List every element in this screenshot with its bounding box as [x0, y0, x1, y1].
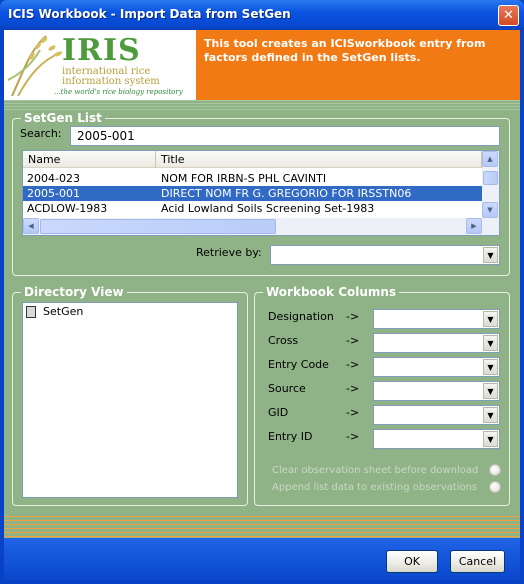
arrow-label: -> — [346, 430, 360, 443]
iris-logo: IRIS international rice information syst… — [4, 30, 196, 100]
row-name: ACDLOW-1983 — [27, 202, 108, 215]
scroll-left-icon[interactable]: ◀ — [23, 218, 39, 234]
arrow-label: -> — [346, 310, 360, 323]
folder-icon — [26, 306, 36, 318]
dialog-client: IRIS international rice information syst… — [4, 30, 520, 580]
arrow-label: -> — [346, 358, 360, 371]
banner-description-area: This tool creates an ICISworkbook entry … — [196, 30, 520, 100]
field-label-gid: GID — [268, 406, 289, 419]
field-label-entry-id: Entry ID — [268, 430, 313, 443]
setgen-list[interactable]: Name Title 2004-023 NOM FOR IRBN-S PHL C… — [22, 150, 500, 236]
retrieve-by-select[interactable]: ▼ — [270, 245, 500, 265]
search-input[interactable]: 2005-001 — [70, 126, 500, 146]
scroll-thumb[interactable] — [483, 171, 498, 185]
clear-sheet-option-label: Clear observation sheet before download — [272, 465, 479, 476]
entry-id-select[interactable]: ▼ — [373, 429, 500, 449]
retrieve-label: Retrieve by: — [196, 246, 262, 259]
row-title: DIRECT NOM FR G. GREGORIO FOR IRSSTN06 — [161, 187, 412, 200]
row-name: 2004-023 — [27, 172, 80, 185]
clear-sheet-radio[interactable] — [489, 464, 501, 476]
chevron-down-icon[interactable]: ▼ — [483, 335, 498, 351]
field-label-cross: Cross — [268, 334, 299, 347]
row-title: Acid Lowland Soils Screening Set-1983 — [161, 202, 375, 215]
scroll-up-icon[interactable]: ▲ — [482, 151, 498, 167]
chevron-down-icon[interactable]: ▼ — [483, 431, 498, 447]
directory-tree[interactable]: SetGen — [22, 302, 238, 498]
column-header-name[interactable]: Name — [23, 151, 156, 168]
source-select[interactable]: ▼ — [373, 381, 500, 401]
scroll-right-icon[interactable]: ▶ — [466, 218, 482, 234]
list-item[interactable]: ACDLOW-1983 Acid Lowland Soils Screening… — [23, 201, 482, 216]
horizontal-scrollbar[interactable]: ◀ ▶ — [23, 218, 499, 235]
list-header: Name Title — [23, 151, 499, 168]
arrow-label: -> — [346, 406, 360, 419]
chevron-down-icon[interactable]: ▼ — [483, 359, 498, 375]
ok-button[interactable]: OK — [386, 550, 438, 573]
arrow-label: -> — [346, 382, 360, 395]
setgen-group-title: SetGen List — [21, 111, 105, 125]
title-bar[interactable]: ICIS Workbook - Import Data from SetGen … — [0, 0, 524, 30]
scroll-down-icon[interactable]: ▼ — [482, 202, 498, 218]
window-title: ICIS Workbook - Import Data from SetGen — [8, 7, 291, 21]
search-label: Search: — [20, 127, 62, 140]
cross-select[interactable]: ▼ — [373, 333, 500, 353]
tree-item-label: SetGen — [43, 305, 84, 318]
hscroll-thumb[interactable] — [40, 219, 276, 234]
column-header-title[interactable]: Title — [156, 151, 482, 168]
entry-code-select[interactable]: ▼ — [373, 357, 500, 377]
close-icon[interactable]: ✕ — [498, 5, 519, 26]
append-option-label: Append list data to existing observation… — [272, 482, 478, 493]
vertical-scrollbar[interactable]: ▲ ▼ — [482, 151, 499, 219]
chevron-down-icon[interactable]: ▼ — [483, 407, 498, 423]
field-label-entry-code: Entry Code — [268, 358, 329, 371]
chevron-down-icon[interactable]: ▼ — [483, 383, 498, 399]
row-title: NOM FOR IRBN-S PHL CAVINTI — [161, 172, 327, 185]
chevron-down-icon[interactable]: ▼ — [483, 247, 498, 263]
row-name: 2005-001 — [27, 187, 80, 200]
dialog-window: ICIS Workbook - Import Data from SetGen … — [0, 0, 524, 584]
logo-tagline: ...the world's rice biology repository — [54, 88, 183, 96]
logo-word: IRIS — [62, 33, 141, 68]
button-bar: OK Cancel — [4, 538, 520, 580]
field-label-source: Source — [268, 382, 306, 395]
decorative-stripes — [4, 100, 520, 110]
append-radio[interactable] — [489, 481, 501, 493]
decorative-stripes-bottom — [4, 516, 520, 538]
designation-select[interactable]: ▼ — [373, 309, 500, 329]
gid-select[interactable]: ▼ — [373, 405, 500, 425]
arrow-label: -> — [346, 334, 360, 347]
list-item[interactable]: 2004-023 NOM FOR IRBN-S PHL CAVINTI — [23, 171, 482, 186]
banner-description: This tool creates an ICISworkbook entry … — [204, 37, 486, 64]
logo-line2: information system — [62, 76, 160, 87]
chevron-down-icon[interactable]: ▼ — [483, 311, 498, 327]
workbook-group-title: Workbook Columns — [263, 285, 400, 299]
directory-group-title: Directory View — [21, 285, 127, 299]
field-label-designation: Designation — [268, 310, 334, 323]
list-item-selected[interactable]: 2005-001 DIRECT NOM FR G. GREGORIO FOR I… — [23, 186, 482, 201]
cancel-button[interactable]: Cancel — [450, 550, 505, 573]
